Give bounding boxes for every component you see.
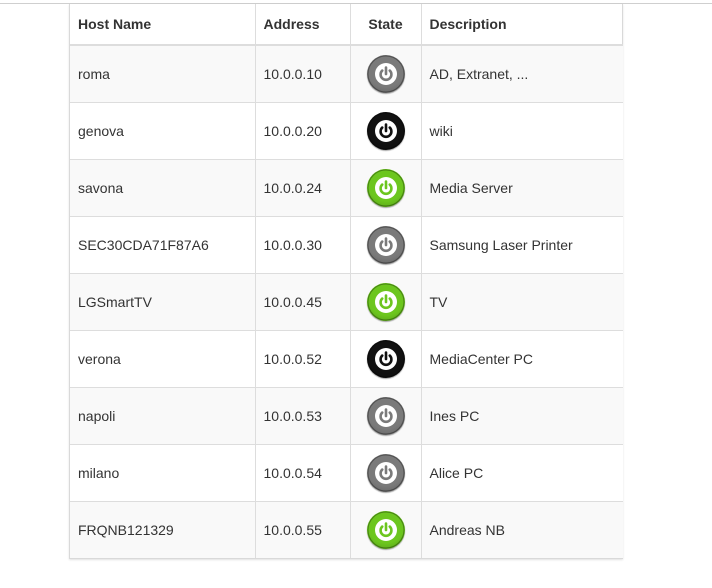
hosts-table: Host Name Address State Description roma… bbox=[70, 4, 623, 558]
table-body: roma 10.0.0.10 AD, Extranet, ... genova 10.0… bbox=[70, 45, 623, 558]
address-cell: 10.0.0.24 bbox=[255, 159, 351, 217]
power-state-icon[interactable] bbox=[366, 55, 405, 93]
description-cell: Samsung Laser Printer bbox=[421, 216, 623, 274]
host-name-cell: SEC30CDA71F87A6 bbox=[70, 216, 256, 274]
description-cell: Alice PC bbox=[421, 444, 623, 502]
hosts-table-container: Host Name Address State Description roma… bbox=[69, 4, 623, 559]
table-row: roma 10.0.0.10 AD, Extranet, ... bbox=[70, 45, 623, 103]
address-cell: 10.0.0.54 bbox=[255, 444, 351, 502]
header-row: Host Name Address State Description bbox=[70, 4, 623, 46]
state-cell bbox=[350, 330, 422, 388]
table-row: genova 10.0.0.20 wiki bbox=[70, 102, 623, 160]
description-cell: Ines PC bbox=[421, 387, 623, 445]
header-description[interactable]: Description bbox=[421, 4, 623, 46]
host-name-cell: milano bbox=[70, 444, 256, 502]
table-row: verona 10.0.0.52 MediaCenter PC bbox=[70, 330, 623, 388]
header-state[interactable]: State bbox=[350, 4, 422, 46]
host-name-cell: FRQNB121329 bbox=[70, 501, 256, 558]
address-cell: 10.0.0.53 bbox=[255, 387, 351, 445]
state-cell bbox=[350, 444, 422, 502]
state-cell bbox=[350, 273, 422, 331]
table-header: Host Name Address State Description bbox=[70, 4, 623, 46]
address-cell: 10.0.0.10 bbox=[255, 45, 351, 103]
power-state-icon[interactable] bbox=[366, 454, 405, 492]
address-cell: 10.0.0.52 bbox=[255, 330, 351, 388]
power-state-icon[interactable] bbox=[366, 283, 405, 321]
description-cell: AD, Extranet, ... bbox=[429, 66, 529, 82]
power-state-icon[interactable] bbox=[366, 169, 405, 207]
address-cell: 10.0.0.55 bbox=[255, 501, 351, 558]
host-name-cell: LGSmartTV bbox=[70, 273, 256, 331]
description-cell: Andreas NB bbox=[421, 501, 623, 558]
table-row: FRQNB121329 10.0.0.55 Andreas NB bbox=[70, 501, 623, 558]
host-name-cell: savona bbox=[70, 159, 256, 217]
host-name-cell: napoli bbox=[70, 387, 256, 445]
power-state-icon[interactable] bbox=[366, 112, 405, 150]
state-cell bbox=[350, 45, 422, 103]
state-cell bbox=[350, 159, 422, 217]
description-cell: Media Server bbox=[421, 159, 623, 217]
power-state-icon[interactable] bbox=[366, 397, 405, 435]
table-row: milano 10.0.0.54 Alice PC bbox=[70, 444, 623, 502]
table-row: LGSmartTV 10.0.0.45 TV bbox=[70, 273, 623, 331]
header-address[interactable]: Address bbox=[255, 4, 351, 46]
address-cell: 10.0.0.30 bbox=[255, 216, 351, 274]
power-state-icon[interactable] bbox=[366, 340, 405, 378]
state-cell bbox=[350, 387, 422, 445]
table-row: SEC30CDA71F87A6 10.0.0.30 Samsung Laser Pr… bbox=[70, 216, 623, 274]
power-state-icon[interactable] bbox=[366, 226, 405, 264]
host-name-cell: verona bbox=[70, 330, 256, 388]
power-state-icon[interactable] bbox=[366, 511, 405, 549]
header-host-name[interactable]: Host Name bbox=[70, 4, 256, 46]
description-cell: TV bbox=[421, 273, 623, 331]
state-cell bbox=[350, 102, 422, 160]
table-row: savona 10.0.0.24 Media Server bbox=[70, 159, 623, 217]
address-cell: 10.0.0.45 bbox=[255, 273, 351, 331]
host-name-cell: genova bbox=[70, 102, 256, 160]
table-row: napoli 10.0.0.53 Ines PC bbox=[70, 387, 623, 445]
description-cell: MediaCenter PC bbox=[421, 330, 623, 388]
description-cell: wiki bbox=[421, 102, 623, 160]
host-name-cell: roma bbox=[70, 45, 256, 103]
address-cell: 10.0.0.20 bbox=[255, 102, 351, 160]
state-cell bbox=[350, 216, 422, 274]
state-cell bbox=[350, 501, 422, 558]
